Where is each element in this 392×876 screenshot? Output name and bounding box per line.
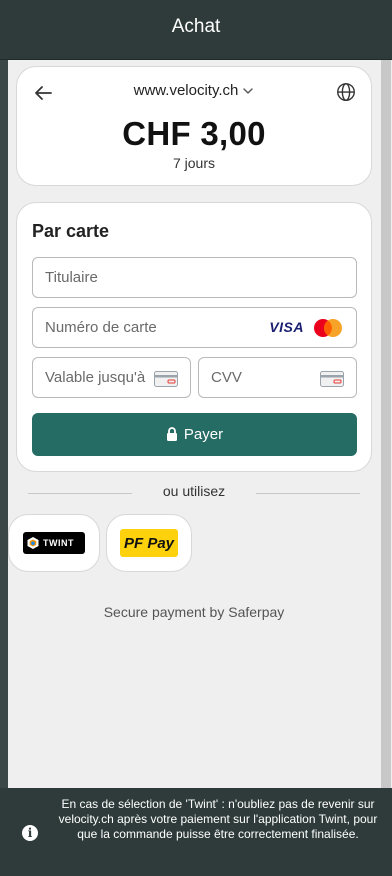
site-selector[interactable]: www.velocity.ch xyxy=(134,82,255,99)
left-frame-edge xyxy=(0,60,8,788)
card-number-placeholder: Numéro de carte xyxy=(45,319,157,336)
pay-button[interactable]: Payer xyxy=(32,413,357,456)
top-bar: Achat xyxy=(0,0,392,60)
chevron-down-icon xyxy=(243,87,254,94)
pfpay-logo: PF Pay xyxy=(120,529,178,557)
twint-label: TWINT xyxy=(43,538,74,548)
divider-line xyxy=(256,493,360,494)
cardholder-placeholder: Titulaire xyxy=(45,269,98,286)
twint-button[interactable]: TWINT xyxy=(8,514,100,572)
card-payment-form: Par carte Titulaire Numéro de carte VISA… xyxy=(16,202,372,472)
globe-icon[interactable] xyxy=(335,81,357,103)
cvv-input[interactable]: CVV xyxy=(198,357,357,398)
page-title: Achat xyxy=(171,16,221,37)
twint-logo: TWINT xyxy=(23,532,85,554)
scrollbar-thumb[interactable] xyxy=(381,60,391,788)
notice-text: En cas de sélection de 'Twint' : n'oubli… xyxy=(58,797,378,841)
twint-mark-icon xyxy=(27,537,39,549)
card-section-title: Par carte xyxy=(32,221,110,241)
card-icon xyxy=(154,371,178,387)
card-number-input[interactable]: Numéro de carte VISA xyxy=(32,307,357,348)
pay-button-label: Payer xyxy=(183,426,224,443)
divider-text: ou utilisez xyxy=(162,483,226,499)
expiry-date-input[interactable]: Valable jusqu'à xyxy=(32,357,191,398)
expiry-placeholder: Valable jusqu'à xyxy=(45,369,146,386)
card-icon xyxy=(320,371,344,387)
twint-notice-banner: i En cas de sélection de 'Twint' : n'oub… xyxy=(0,788,392,876)
payment-duration: 7 jours xyxy=(172,155,216,171)
mastercard-logo xyxy=(314,319,342,337)
payment-page: www.velocity.ch CHF 3,00 7 jours Par car… xyxy=(8,60,380,788)
cardholder-input[interactable]: Titulaire xyxy=(32,257,357,298)
pfpay-button[interactable]: PF Pay xyxy=(106,514,192,572)
cvv-placeholder: CVV xyxy=(211,369,242,386)
site-name: www.velocity.ch xyxy=(133,82,239,99)
info-icon: i xyxy=(22,825,38,841)
visa-logo: VISA xyxy=(269,319,304,335)
payment-amount: CHF 3,00 xyxy=(122,115,266,152)
lock-icon xyxy=(166,427,177,441)
merchant-summary-card: www.velocity.ch CHF 3,00 7 jours xyxy=(16,66,372,186)
site-selector-wrap: www.velocity.ch xyxy=(17,82,371,99)
alternative-divider: ou utilisez xyxy=(28,483,360,499)
secure-payment-note: Secure payment by Saferpay xyxy=(103,604,285,620)
